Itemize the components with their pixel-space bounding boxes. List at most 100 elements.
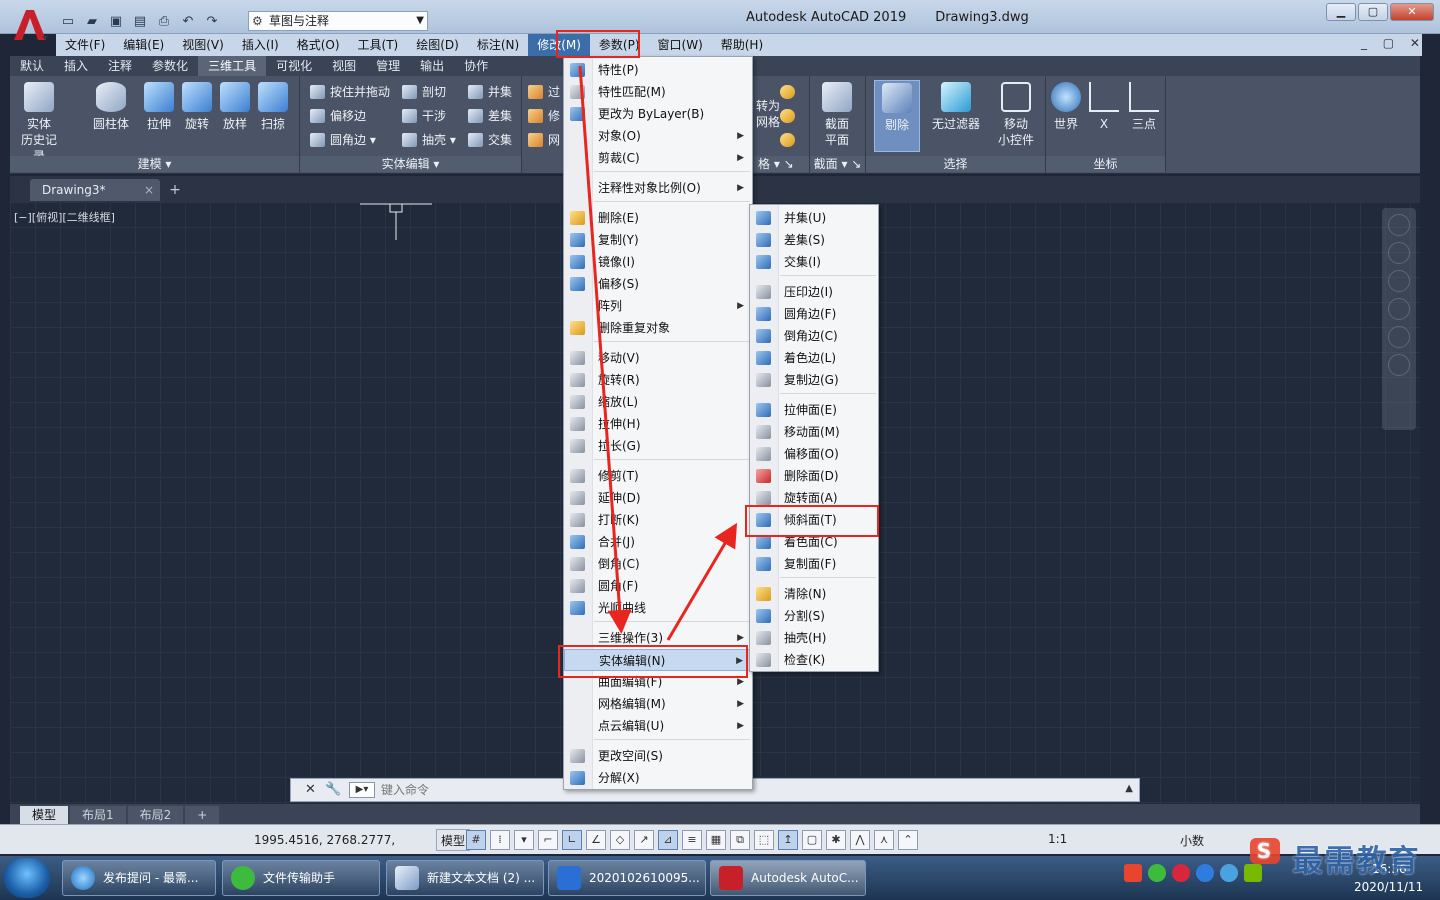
menu-window[interactable]: 窗口(W): [649, 34, 712, 56]
modify-menu-item[interactable]: 偏移(S): [564, 273, 752, 295]
ime-icon[interactable]: [1124, 864, 1142, 882]
modify-menu-item[interactable]: 剪裁(C) ▶: [564, 147, 752, 169]
open-file-icon[interactable]: ▰: [82, 11, 102, 31]
modify-menu-item[interactable]: 删除重复对象: [564, 317, 752, 339]
grid-toggle-icon[interactable]: #: [466, 830, 486, 850]
modify-menu-item[interactable]: 分解(X): [564, 767, 752, 789]
tab-3d-tools[interactable]: 三维工具: [198, 56, 267, 76]
orbit-icon[interactable]: [1388, 326, 1410, 348]
intersect-button[interactable]: 交集: [468, 130, 512, 150]
modify-menu-item[interactable]: 删除(E): [564, 207, 752, 229]
modify-menu-item[interactable]: 缩放(L): [564, 391, 752, 413]
object-snap-icon[interactable]: ⊿: [658, 830, 678, 850]
document-tab-drawing3[interactable]: Drawing3* ×: [30, 179, 160, 201]
menu-tools[interactable]: 工具(T): [349, 34, 408, 56]
mesh-box-button[interactable]: [780, 106, 800, 126]
solid-edit-item[interactable]: 压印边(I): [750, 281, 878, 303]
menu-edit[interactable]: 编辑(E): [114, 34, 173, 56]
command-history-up-icon[interactable]: ▲: [1125, 783, 1133, 794]
slice-button[interactable]: 剖切: [402, 82, 446, 102]
viewcube-icon[interactable]: [1388, 214, 1410, 236]
tab-default[interactable]: 默认: [10, 56, 54, 76]
modify-menu-item[interactable]: 网格编辑(M) ▶: [564, 693, 752, 715]
pan-icon[interactable]: [1388, 270, 1410, 292]
document-window-controls[interactable]: _ ▢ ✕: [1361, 36, 1426, 50]
section-plane-button[interactable]: 截面 平面: [814, 80, 860, 148]
close-button[interactable]: ✕: [1390, 3, 1434, 21]
solid-edit-item[interactable]: 偏移面(O): [750, 443, 878, 465]
transparency-icon[interactable]: ▦: [706, 830, 726, 850]
panel-convert-label[interactable]: 格 ▾ ↘: [754, 156, 809, 172]
offset-edge-button[interactable]: 偏移边: [310, 106, 366, 126]
modify-menu-item[interactable]: 倒角(C): [564, 553, 752, 575]
solid-edit-item[interactable]: 并集(U): [750, 207, 878, 229]
start-button[interactable]: [4, 858, 50, 898]
infer-constraints-icon[interactable]: ⌐: [538, 830, 558, 850]
new-file-icon[interactable]: ▭: [58, 11, 78, 31]
panel-modeling-label[interactable]: 建模 ▾: [10, 156, 299, 172]
modify-menu-item[interactable]: 光顺曲线: [564, 597, 752, 619]
modify-menu-item[interactable]: 合并(J): [564, 531, 752, 553]
tab-layout2[interactable]: 布局2: [127, 806, 184, 824]
modify-menu-item[interactable]: 拉伸(H): [564, 413, 752, 435]
object-snap-tracking-icon[interactable]: ↗: [634, 830, 654, 850]
tab-visualize[interactable]: 可视化: [266, 56, 322, 76]
modify-menu-item[interactable]: 拉长(G): [564, 435, 752, 457]
ortho-toggle-icon[interactable]: ∟: [562, 830, 582, 850]
shell-button[interactable]: 抽壳 ▾: [402, 130, 456, 150]
annotation-scale-icon[interactable]: ⌃: [898, 830, 918, 850]
save-icon[interactable]: ▣: [106, 11, 126, 31]
solid-edit-item[interactable]: 拉伸面(E): [750, 399, 878, 421]
tab-collaborate[interactable]: 协作: [454, 56, 498, 76]
add-layout-button[interactable]: +: [185, 806, 220, 824]
weibo-icon[interactable]: [1172, 864, 1190, 882]
model-space-button[interactable]: 模型: [436, 829, 471, 851]
polar-tracking-icon[interactable]: ∠: [586, 830, 606, 850]
autocad-logo-icon[interactable]: [10, 8, 50, 42]
modify-menu-item[interactable]: 移动(V): [564, 347, 752, 369]
presspull-button[interactable]: 按住并拖动: [310, 82, 390, 102]
tab-parametric[interactable]: 参数化: [142, 56, 198, 76]
menu-dimension[interactable]: 标注(N): [468, 34, 528, 56]
tab-insert[interactable]: 插入: [54, 56, 98, 76]
panel-coordinates-label[interactable]: 坐标: [1046, 156, 1165, 172]
security-icon[interactable]: [1196, 864, 1214, 882]
customize-wrench-icon[interactable]: 🔧: [325, 782, 341, 797]
move-gizmo-button[interactable]: 移动 小控件: [990, 80, 1042, 148]
solid-edit-item[interactable]: 差集(S): [750, 229, 878, 251]
solid-edit-item[interactable]: 复制边(G): [750, 369, 878, 391]
wechat-tray-icon[interactable]: [1148, 864, 1166, 882]
zoom-icon[interactable]: [1388, 298, 1410, 320]
modify-menu-item[interactable]: 阵列 ▶: [564, 295, 752, 317]
modify-menu-item[interactable]: 打断(K): [564, 509, 752, 531]
annotation-scale-value[interactable]: 1:1: [1048, 832, 1067, 846]
modify-menu-item[interactable]: 更改为 ByLayer(B): [564, 103, 752, 125]
menu-file[interactable]: 文件(F): [56, 34, 114, 56]
taskbar-item-video[interactable]: 2020102610095...: [548, 860, 706, 896]
interfere-button[interactable]: 干涉: [402, 106, 446, 126]
workspace-selector[interactable]: ⚙ 草图与注释 ▼: [248, 11, 428, 31]
solid-edit-item[interactable]: 抽壳(H): [750, 627, 878, 649]
modify-menu-item[interactable]: 特性(P): [564, 59, 752, 81]
solid-edit-item[interactable]: 清除(N): [750, 583, 878, 605]
tab-annotate[interactable]: 注释: [98, 56, 142, 76]
dynamic-ucs-icon[interactable]: ↥: [778, 830, 798, 850]
dynamic-input-icon[interactable]: ▾: [514, 830, 534, 850]
panel-section-label[interactable]: 截面 ▾ ↘: [810, 156, 865, 172]
modify-menu-item[interactable]: 旋转(R): [564, 369, 752, 391]
no-filter-button[interactable]: 无过滤器: [924, 80, 988, 132]
mesh-refine-button[interactable]: 修: [528, 106, 560, 126]
new-tab-button[interactable]: +: [166, 182, 184, 198]
coordinate-readout[interactable]: 1995.4516, 2768.2777, 0.0000: [254, 829, 434, 869]
panel-solid-edit-label[interactable]: 实体编辑 ▾: [300, 156, 521, 172]
selection-filter-icon[interactable]: ▢: [802, 830, 822, 850]
steering-wheel-icon[interactable]: [1388, 242, 1410, 264]
gizmo-icon[interactable]: ✱: [826, 830, 846, 850]
recent-commands-icon[interactable]: ▶▾: [349, 782, 375, 798]
cull-button[interactable]: 剔除: [874, 80, 920, 152]
modify-menu-item[interactable]: 对象(O) ▶: [564, 125, 752, 147]
modify-menu-item[interactable]: 复制(Y): [564, 229, 752, 251]
convert-to-mesh-button[interactable]: 转为 网格: [754, 82, 780, 129]
solid-edit-item[interactable]: 检查(K): [750, 649, 878, 671]
undo-icon[interactable]: ↶: [178, 11, 198, 31]
